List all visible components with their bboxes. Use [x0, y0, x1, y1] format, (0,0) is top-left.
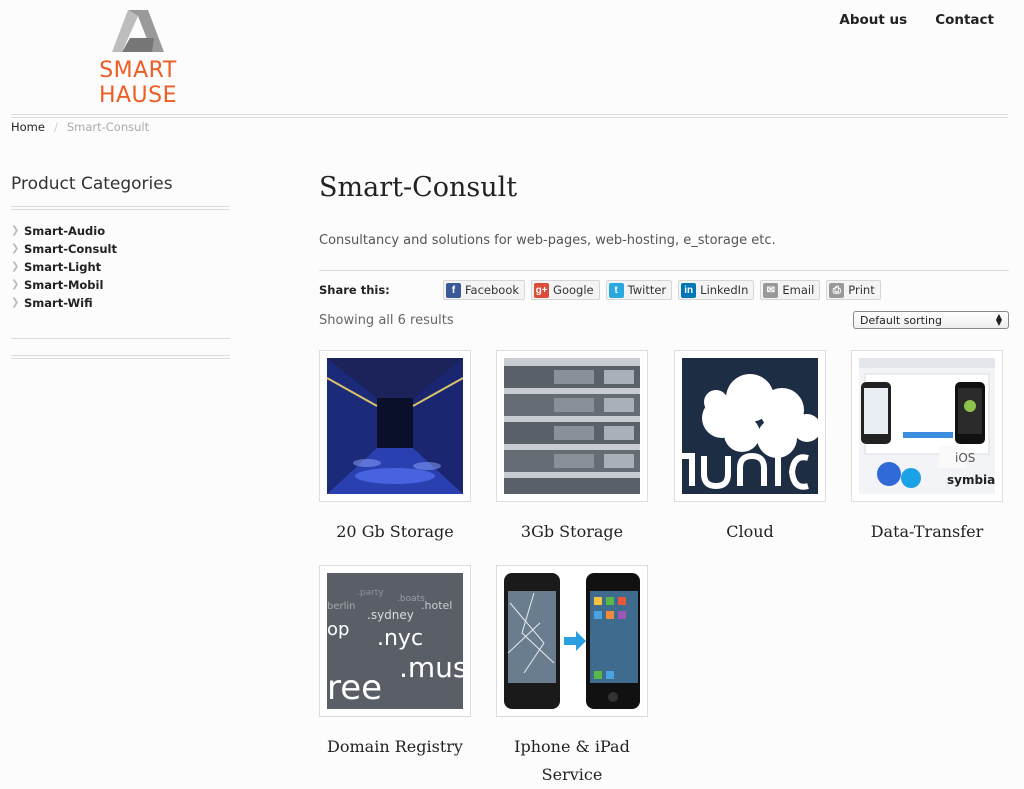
sidebar-divider [11, 206, 230, 210]
site-logo[interactable]: SMART HAUSE [58, 8, 218, 108]
share-twitter-button[interactable]: t Twitter [605, 280, 673, 300]
brand-name: SMART HAUSE [98, 58, 178, 108]
svg-text:op: op [327, 619, 349, 640]
google-plus-icon: g+ [534, 282, 550, 298]
category-link[interactable]: Smart-Audio [24, 224, 105, 238]
server-rack-image [504, 358, 640, 494]
svg-text:.hotel: .hotel [421, 599, 452, 612]
domain-names-image: .party .boats berlin .hotel .sydney op .… [327, 573, 463, 709]
share-google-button[interactable]: g+ Google [531, 280, 600, 300]
email-icon: ✉ [763, 282, 779, 298]
breadcrumb: Home / Smart-Consult [11, 120, 149, 134]
product-card[interactable]: .party .boats berlin .hotel .sydney op .… [319, 565, 471, 761]
category-link[interactable]: Smart-Wifi [24, 296, 93, 310]
product-thumbnail[interactable] [496, 565, 648, 717]
header-divider [11, 114, 1008, 118]
product-card[interactable]: Iphone & iPad Service [496, 565, 648, 789]
share-facebook-button[interactable]: f Facebook [443, 280, 526, 300]
share-button-label: LinkedIn [700, 283, 749, 297]
top-nav: About us Contact [839, 12, 994, 28]
nav-about-us[interactable]: About us [839, 12, 907, 28]
print-icon: ⎙ [829, 282, 845, 298]
result-count: Showing all 6 results [319, 312, 454, 328]
sidebar: Product Categories ❯ Smart-Audio ❯ Smart-C… [11, 174, 230, 312]
share-linkedin-button[interactable]: in LinkedIn [678, 280, 755, 300]
datacenter-corridor-image [327, 358, 463, 494]
category-item-smart-consult[interactable]: ❯ Smart-Consult [11, 240, 230, 258]
product-title[interactable]: Data-Transfer [851, 518, 1003, 546]
share-button-label: Google [553, 283, 594, 297]
page-title: Smart-Consult [319, 172, 518, 203]
product-title[interactable]: Domain Registry [319, 733, 471, 761]
product-thumbnail[interactable] [319, 350, 471, 502]
triangle-logo-icon [112, 10, 164, 52]
product-thumbnail[interactable]: iOS symbia [851, 350, 1003, 502]
category-link[interactable]: Smart-Light [24, 260, 101, 274]
product-title[interactable]: Cloud [674, 518, 826, 546]
share-button-label: Print [848, 283, 875, 297]
twitter-icon: t [608, 282, 624, 298]
svg-text:symbia: symbia [947, 473, 995, 487]
share-button-label: Email [782, 283, 815, 297]
chevron-right-icon: ❯ [11, 225, 20, 236]
sidebar-title: Product Categories [11, 174, 173, 194]
sidebar-divider-widget [11, 355, 230, 359]
product-card[interactable]: 3Gb Storage [496, 350, 648, 546]
linkedin-icon: in [681, 282, 697, 298]
facebook-icon: f [446, 282, 461, 298]
chevron-right-icon: ❯ [11, 279, 20, 290]
category-list: ❯ Smart-Audio ❯ Smart-Consult ❯ Smart-Light… [11, 222, 230, 312]
main-content: Smart-Consult Consultancy and solutions … [319, 172, 1009, 329]
breadcrumb-home[interactable]: Home [11, 120, 45, 134]
svg-text:.party: .party [357, 588, 384, 598]
category-description: Consultancy and solutions for web-pages,… [319, 233, 776, 248]
product-title[interactable]: Iphone & iPad Service [496, 733, 648, 789]
category-item-smart-wifi[interactable]: ❯ Smart-Wifi [11, 294, 230, 312]
product-card[interactable]: 20 Gb Storage [319, 350, 471, 546]
svg-text:.nyc: .nyc [377, 626, 423, 651]
product-thumbnail[interactable] [674, 350, 826, 502]
owncloud-logo-image [682, 358, 818, 494]
sort-selected-value: Default sorting [860, 313, 942, 327]
category-link[interactable]: Smart-Mobil [24, 278, 103, 292]
content-divider [319, 270, 1009, 271]
svg-text:ree: ree [327, 668, 382, 708]
sort-dropdown[interactable]: Default sorting ▲ ▼ [853, 311, 1009, 329]
product-thumbnail[interactable] [496, 350, 648, 502]
share-button-label: Facebook [465, 283, 520, 297]
select-arrows-icon: ▲ ▼ [995, 312, 1002, 327]
share-print-button[interactable]: ⎙ Print [826, 280, 881, 300]
svg-text:.sydney: .sydney [367, 608, 414, 622]
breadcrumb-separator: / [53, 120, 58, 134]
product-card[interactable]: Cloud [674, 350, 826, 546]
product-thumbnail[interactable]: .party .boats berlin .hotel .sydney op .… [319, 565, 471, 717]
chevron-right-icon: ❯ [11, 297, 20, 308]
category-item-smart-audio[interactable]: ❯ Smart-Audio [11, 222, 230, 240]
svg-text:berlin: berlin [327, 601, 356, 612]
share-label: Share this: [319, 283, 390, 297]
share-bar: Share this: f Facebook g+ Google t Twitt… [319, 279, 1009, 301]
category-item-smart-light[interactable]: ❯ Smart-Light [11, 258, 230, 276]
sidebar-divider-bottom [11, 338, 230, 339]
product-card[interactable]: iOS symbia Data-Transfer [851, 350, 1003, 546]
category-item-smart-mobil[interactable]: ❯ Smart-Mobil [11, 276, 230, 294]
data-transfer-screenshot-image: iOS symbia [859, 358, 995, 494]
broken-iphone-repair-image [504, 573, 640, 709]
share-email-button[interactable]: ✉ Email [760, 280, 821, 300]
product-title[interactable]: 3Gb Storage [496, 518, 648, 546]
category-link[interactable]: Smart-Consult [24, 242, 117, 256]
svg-text:iOS: iOS [955, 451, 975, 465]
nav-contact[interactable]: Contact [935, 12, 994, 28]
results-toolbar: Showing all 6 results Default sorting ▲ ▼ [319, 311, 1009, 329]
product-title[interactable]: 20 Gb Storage [319, 518, 471, 546]
svg-text:.mus: .mus [399, 651, 463, 684]
chevron-right-icon: ❯ [11, 243, 20, 254]
chevron-right-icon: ❯ [11, 261, 20, 272]
breadcrumb-current: Smart-Consult [66, 120, 150, 134]
share-button-label: Twitter [627, 283, 667, 297]
